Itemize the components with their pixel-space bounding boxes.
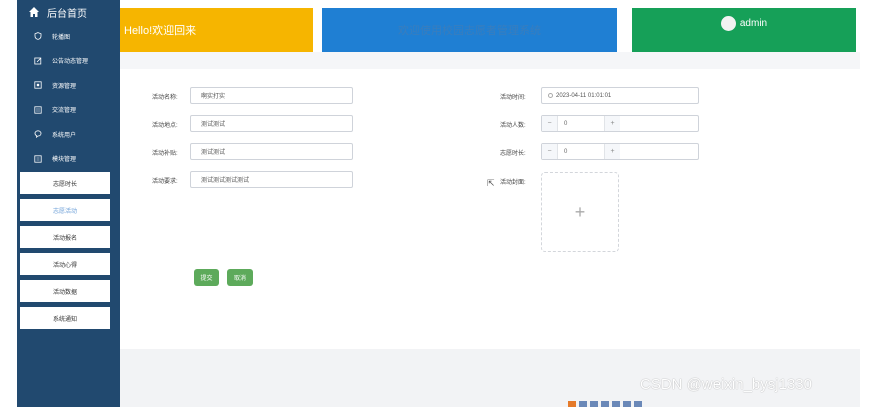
- sidebar-home-label: 后台首页: [47, 8, 87, 20]
- sidebar-home[interactable]: 后台首页: [17, 0, 120, 24]
- taskbar-app-icon[interactable]: [612, 401, 620, 407]
- submit-button[interactable]: 提交: [194, 269, 219, 286]
- content-top-gap: [120, 52, 860, 69]
- sidebar-item-carousel[interactable]: 轮播图: [17, 24, 120, 49]
- sidebar-item-label: 公告动态管理: [52, 59, 89, 66]
- count-stepper[interactable]: − 0 +: [541, 115, 699, 132]
- submenu-item-signup[interactable]: 活动报名: [20, 226, 110, 248]
- submenu-item-reflection[interactable]: 活动心得: [20, 253, 110, 275]
- cover-label: 活动封面:: [500, 180, 526, 186]
- hours-value: 0: [564, 148, 568, 155]
- sidebar-item-label: 模块管理: [52, 157, 77, 164]
- square-icon: [34, 81, 42, 89]
- taskbar-app-icon[interactable]: [623, 401, 631, 407]
- count-label: 活动人数:: [500, 123, 526, 129]
- taskbar-app-icon[interactable]: [634, 401, 642, 407]
- taskbar-app-icon[interactable]: [579, 401, 587, 407]
- submenu-item-data[interactable]: 活动数据: [20, 280, 110, 302]
- require-label: 活动要求:: [152, 179, 178, 185]
- time-label: 活动时间:: [500, 95, 526, 101]
- name-input[interactable]: 啊实打实: [190, 87, 353, 104]
- shield-icon: [34, 32, 42, 41]
- subsidy-input[interactable]: 测试测试: [190, 143, 353, 160]
- taskbar-app-icon[interactable]: [601, 401, 609, 407]
- taskbar-strip: [568, 401, 658, 407]
- clock-icon: [548, 93, 553, 98]
- name-label: 活动名称:: [152, 95, 178, 101]
- mouse-cursor-icon: ⇱: [487, 178, 495, 188]
- hours-label: 志愿时长:: [500, 151, 526, 157]
- taskbar-app-icon[interactable]: [590, 401, 598, 407]
- sidebar-item-label: 资源管理: [52, 83, 77, 90]
- form-panel: [120, 69, 860, 349]
- require-input[interactable]: 测试测试测试测试: [190, 171, 353, 188]
- minus-icon[interactable]: −: [542, 144, 558, 159]
- sidebar-submenu: 志愿时长 志愿活动 活动报名 活动心得 活动数据 系统通知: [17, 171, 120, 329]
- plus-icon: +: [574, 201, 586, 222]
- time-picker[interactable]: 2023-04-11 01:01:01: [541, 87, 699, 104]
- watermark: CSDN @weixin_bysj1330: [640, 376, 812, 393]
- minus-icon[interactable]: −: [542, 116, 558, 131]
- grid-icon: [34, 155, 42, 163]
- edit-icon: [34, 57, 42, 65]
- sidebar-item-label: 系统用户: [52, 132, 77, 139]
- sidebar-item-exchange[interactable]: 交流管理: [17, 98, 120, 123]
- subsidy-label: 活动补贴:: [152, 151, 178, 157]
- plus-icon[interactable]: +: [604, 144, 620, 159]
- header-username: admin: [739, 18, 768, 29]
- header-user[interactable]: admin: [632, 8, 856, 52]
- header-title: 欢迎使用校园志愿者管理系统: [322, 8, 617, 52]
- submenu-item-notice[interactable]: 系统通知: [20, 307, 110, 329]
- submenu-item-activity[interactable]: 志愿活动: [20, 199, 110, 221]
- submenu-item-hours[interactable]: 志愿时长: [20, 172, 110, 194]
- chat-icon: [34, 106, 42, 114]
- hours-stepper[interactable]: − 0 +: [541, 143, 699, 160]
- user-icon: [34, 130, 42, 139]
- count-value: 0: [564, 120, 568, 127]
- sidebar-item-resource[interactable]: 资源管理: [17, 73, 120, 98]
- cancel-button[interactable]: 取消: [227, 269, 253, 286]
- app-root: 后台首页 轮播图 公告动态管理 资源管理 交流管理 系统用户 模块管理 志愿时长: [0, 0, 872, 407]
- sidebar: 后台首页 轮播图 公告动态管理 资源管理 交流管理 系统用户 模块管理 志愿时长: [17, 0, 120, 407]
- sidebar-item-label: 轮播图: [52, 34, 71, 41]
- sidebar-item-users[interactable]: 系统用户: [17, 122, 120, 147]
- taskbar-app-icon[interactable]: [568, 401, 576, 407]
- plus-icon[interactable]: +: [604, 116, 620, 131]
- cover-uploader[interactable]: +: [541, 172, 619, 252]
- time-value: 2023-04-11 01:01:01: [556, 92, 612, 99]
- sidebar-item-modules[interactable]: 模块管理: [17, 147, 120, 172]
- sidebar-item-label: 交流管理: [52, 108, 77, 115]
- place-input[interactable]: 测试测试: [190, 115, 353, 132]
- sidebar-item-notice[interactable]: 公告动态管理: [17, 49, 120, 74]
- avatar: [720, 16, 736, 31]
- home-icon: [29, 7, 39, 17]
- place-label: 活动地点:: [152, 123, 178, 129]
- header-hello: Hello!欢迎回来: [120, 8, 313, 52]
